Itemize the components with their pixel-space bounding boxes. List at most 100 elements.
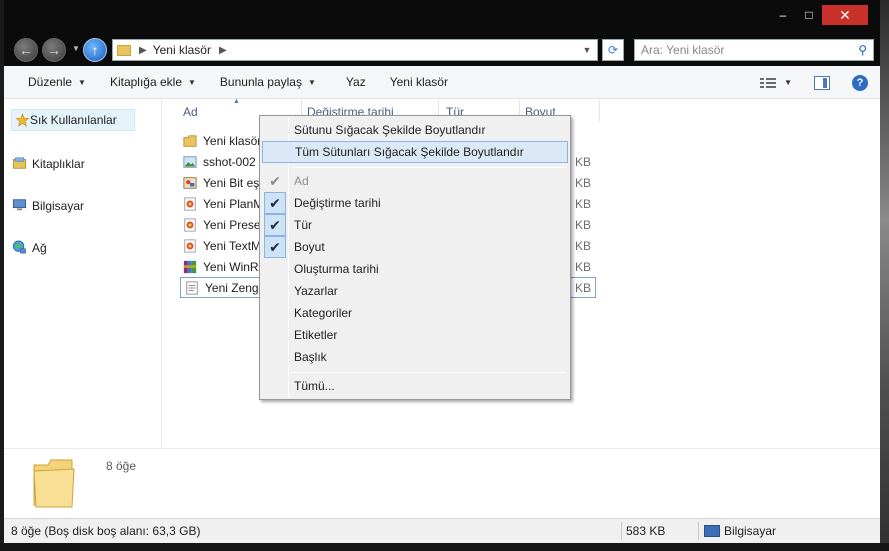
chevron-down-icon[interactable]: ▼ <box>577 45 597 55</box>
menu-item-label: Yazarlar <box>294 284 338 298</box>
breadcrumb-current[interactable]: Yeni klasör <box>153 43 211 57</box>
column-header-name[interactable]: Ad <box>183 105 198 119</box>
file-size: KB <box>575 154 592 169</box>
file-size: KB <box>575 175 592 190</box>
file-name: Yeni WinRA <box>203 259 267 274</box>
close-button[interactable]: ✕ <box>822 5 868 25</box>
archive-icon <box>183 260 197 273</box>
share-with-label: Bununla paylaş <box>219 75 302 89</box>
office-document-icon <box>184 217 196 232</box>
nav-item-network[interactable]: Ağ <box>12 239 47 257</box>
menu-item-label: Tüm Sütunları Sığacak Şekilde Boyutlandı… <box>295 145 524 159</box>
menu-item-column-type[interactable]: ✔ Tür <box>262 214 568 236</box>
nav-item-libraries[interactable]: Kitaplıklar <box>12 155 85 173</box>
navigation-pane: Sık Kullanılanlar Kitaplıklar Bilgisayar… <box>4 100 162 448</box>
search-input[interactable]: Ara: Yeni klasör ⚲ <box>634 39 874 61</box>
search-placeholder: Ara: Yeni klasör <box>641 43 725 57</box>
star-icon <box>15 113 30 127</box>
folder-icon <box>117 44 131 56</box>
burn-label: Yaz <box>345 75 366 89</box>
file-row[interactable]: Yeni Bit eşl <box>179 172 262 193</box>
details-view-icon[interactable] <box>760 76 778 90</box>
menu-separator <box>292 372 566 373</box>
include-in-library-menu[interactable]: Kitaplığa ekle ▼ <box>110 75 196 89</box>
status-bar: 8 öğe (Boş disk boş alanı: 63,3 GB) 583 … <box>4 518 880 543</box>
menu-item-more-columns[interactable]: Tümü... <box>262 375 568 397</box>
status-summary: 8 öğe (Boş disk boş alanı: 63,3 GB) <box>11 524 201 538</box>
menu-item-column-categories[interactable]: Kategoriler <box>262 302 568 324</box>
forward-button[interactable]: → <box>42 38 66 62</box>
menu-item-column-date[interactable]: ✔ Değiştirme tarihi <box>262 192 568 214</box>
file-row[interactable]: Yeni TextM <box>179 235 261 256</box>
menu-item-column-tags[interactable]: Etiketler <box>262 324 568 346</box>
menu-item-label: Başlık <box>294 350 327 364</box>
column-divider[interactable] <box>599 100 600 122</box>
refresh-button[interactable]: ⟳ <box>602 39 624 61</box>
chevron-down-icon: ▼ <box>78 77 86 87</box>
address-bar[interactable]: ▶ Yeni klasör ▶ ▼ <box>112 39 598 61</box>
check-icon: ✔ <box>264 236 286 258</box>
menu-item-size-column[interactable]: Sütunu Sığacak Şekilde Boyutlandır <box>262 119 568 141</box>
menu-separator <box>292 167 566 168</box>
menu-item-size-all-columns[interactable]: Tüm Sütunları Sığacak Şekilde Boyutlandı… <box>262 141 568 163</box>
folder-icon <box>33 459 75 508</box>
breadcrumb-separator-end[interactable]: ▶ <box>219 45 227 56</box>
menu-item-label: Ad <box>294 174 309 188</box>
menu-item-label: Tür <box>294 218 312 232</box>
taskbar-edge <box>0 543 889 551</box>
toolbar-right: ▼ ? <box>760 66 880 99</box>
menu-item-column-size[interactable]: ✔ Boyut <box>262 236 568 258</box>
check-icon: ✔ <box>264 192 286 214</box>
organize-menu[interactable]: Düzenle ▼ <box>28 75 86 89</box>
share-with-menu[interactable]: Bununla paylaş ▼ <box>220 75 316 89</box>
file-size: KB <box>575 259 592 274</box>
help-icon[interactable]: ? <box>852 74 868 91</box>
preview-pane-icon[interactable] <box>814 75 830 90</box>
file-row[interactable]: sshot-002 <box>179 151 256 172</box>
file-name: Yeni Preser <box>203 217 265 232</box>
file-name: Yeni Zengir <box>205 280 266 295</box>
item-count: 8 öğe <box>106 459 137 473</box>
nav-item-libraries-label: Kitaplıklar <box>32 157 85 171</box>
file-size: KB <box>575 217 592 232</box>
nav-item-favorites[interactable]: Sık Kullanılanlar <box>11 109 135 131</box>
include-in-library-label: Kitaplığa ekle <box>109 75 182 89</box>
libraries-icon <box>12 157 27 169</box>
nav-item-network-label: Ağ <box>32 241 47 255</box>
desktop-edge-right <box>880 0 889 551</box>
refresh-icon: ⟳ <box>607 43 619 57</box>
maximize-button[interactable]: □ <box>796 5 822 25</box>
menu-item-column-authors[interactable]: Yazarlar <box>262 280 568 302</box>
file-size: KB <box>575 280 592 295</box>
file-row[interactable]: Yeni WinRA <box>179 256 267 277</box>
menu-item-label: Etiketler <box>294 328 338 342</box>
file-size: KB <box>575 238 592 253</box>
file-row[interactable]: Yeni klasör <box>179 130 261 151</box>
file-row[interactable]: Yeni Preser <box>179 214 265 235</box>
caption-buttons: – □ ✕ <box>770 5 868 25</box>
status-location-label: Bilgisayar <box>724 524 777 538</box>
file-size: KB <box>575 196 592 211</box>
details-pane: 8 öğe <box>4 448 880 518</box>
file-name: Yeni PlanM <box>203 196 264 211</box>
nav-item-computer[interactable]: Bilgisayar <box>12 197 84 215</box>
back-button[interactable]: ← <box>14 38 38 62</box>
breadcrumb-separator[interactable]: ▶ <box>139 45 147 56</box>
search-icon[interactable]: ⚲ <box>858 43 867 57</box>
burn-button[interactable]: Yaz <box>346 75 366 89</box>
menu-item-column-created[interactable]: Oluşturma tarihi <box>262 258 568 280</box>
chevron-down-icon: ▼ <box>188 77 196 87</box>
minimize-button[interactable]: – <box>770 5 796 25</box>
computer-icon <box>704 525 720 537</box>
up-button[interactable]: ↑ <box>83 38 107 62</box>
office-document-icon <box>184 196 196 211</box>
menu-item-column-title[interactable]: Başlık <box>262 346 568 368</box>
file-row[interactable]: Yeni PlanM <box>179 193 263 214</box>
view-options-dropdown[interactable]: ▼ <box>784 78 792 87</box>
organize-label: Düzenle <box>28 75 73 89</box>
computer-icon <box>12 199 27 211</box>
new-folder-button[interactable]: Yeni klasör <box>390 75 448 89</box>
chevron-down-icon: ▼ <box>307 77 316 87</box>
recent-pages-dropdown[interactable]: ▼ <box>72 44 80 53</box>
nav-item-computer-label: Bilgisayar <box>32 199 85 213</box>
